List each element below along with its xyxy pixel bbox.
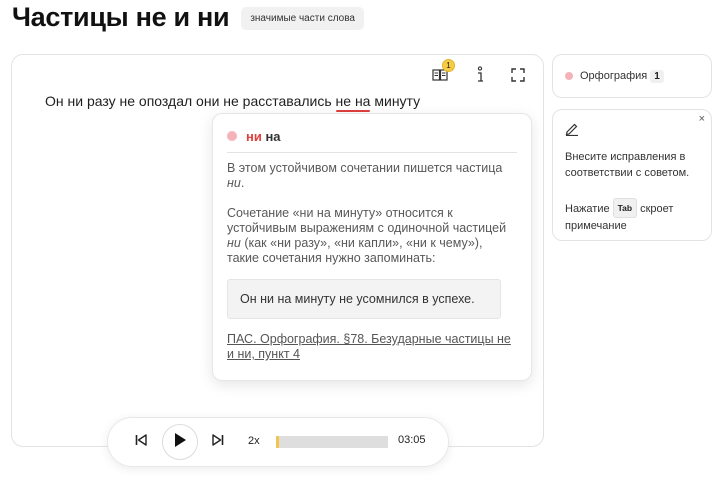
play-button[interactable] [162, 424, 198, 460]
next-button[interactable] [209, 418, 227, 466]
sentence-before: Он ни разу не опоздал они не расставалис… [45, 93, 336, 109]
topic-tag[interactable]: значимые части слова [241, 7, 364, 30]
category-card[interactable]: Орфография 1 [552, 54, 712, 98]
sentence-text[interactable]: Он ни разу не опоздал они не расставалис… [45, 93, 420, 109]
play-icon [173, 432, 187, 453]
hint-shortcut: Нажатие Tab скроет примечание [565, 198, 699, 234]
info-icon [475, 65, 485, 89]
skip-back-icon [135, 433, 147, 451]
category-count: 1 [650, 69, 664, 83]
rules-count-badge: 1 [442, 59, 455, 72]
sentence-after: минуту [370, 93, 421, 109]
audio-player: 2x 03:05 [107, 417, 449, 467]
explanation-long: Сочетание «ни на минуту» относится к уст… [227, 206, 507, 265]
page-header: Частицы не и ни значимые части слова [12, 2, 364, 33]
fullscreen-icon [511, 67, 525, 87]
error-highlight[interactable]: не на [336, 93, 371, 109]
category-dot-icon [565, 72, 573, 80]
popup-divider [227, 152, 517, 153]
page-title: Частицы не и ни [12, 2, 230, 32]
tab-key: Tab [612, 198, 638, 218]
progress-bar[interactable] [276, 436, 388, 448]
duration-time: 03:05 [398, 434, 426, 446]
skip-forward-icon [212, 433, 224, 451]
hint-text: Внесите исправления в соответствии с сов… [565, 151, 690, 179]
pencil-icon [565, 123, 579, 140]
category-label: Орфография [580, 70, 648, 82]
suggestion-title[interactable]: ни на [246, 129, 281, 144]
rules-book-button[interactable]: 1 [430, 59, 455, 87]
fullscreen-button[interactable] [508, 67, 528, 87]
prev-button[interactable] [132, 418, 150, 466]
correction-popup: ни на В этом устойчивом сочетании пишетс… [212, 113, 532, 381]
close-hint-button[interactable]: × [699, 113, 705, 125]
progress-fill [276, 436, 280, 448]
playback-speed[interactable]: 2x [248, 435, 260, 447]
error-dot-icon [227, 131, 237, 141]
hint-button[interactable] [470, 65, 490, 89]
example-sentence: Он ни на минуту не усомнился в успехе. [227, 279, 501, 319]
rule-reference-link[interactable]: ПАС. Орфография. §78. Безударные частицы… [227, 332, 517, 362]
explanation-short: В этом устойчивом сочетании пишется част… [227, 161, 503, 190]
hint-card: × Внесите исправления в соответствии с с… [552, 109, 712, 241]
